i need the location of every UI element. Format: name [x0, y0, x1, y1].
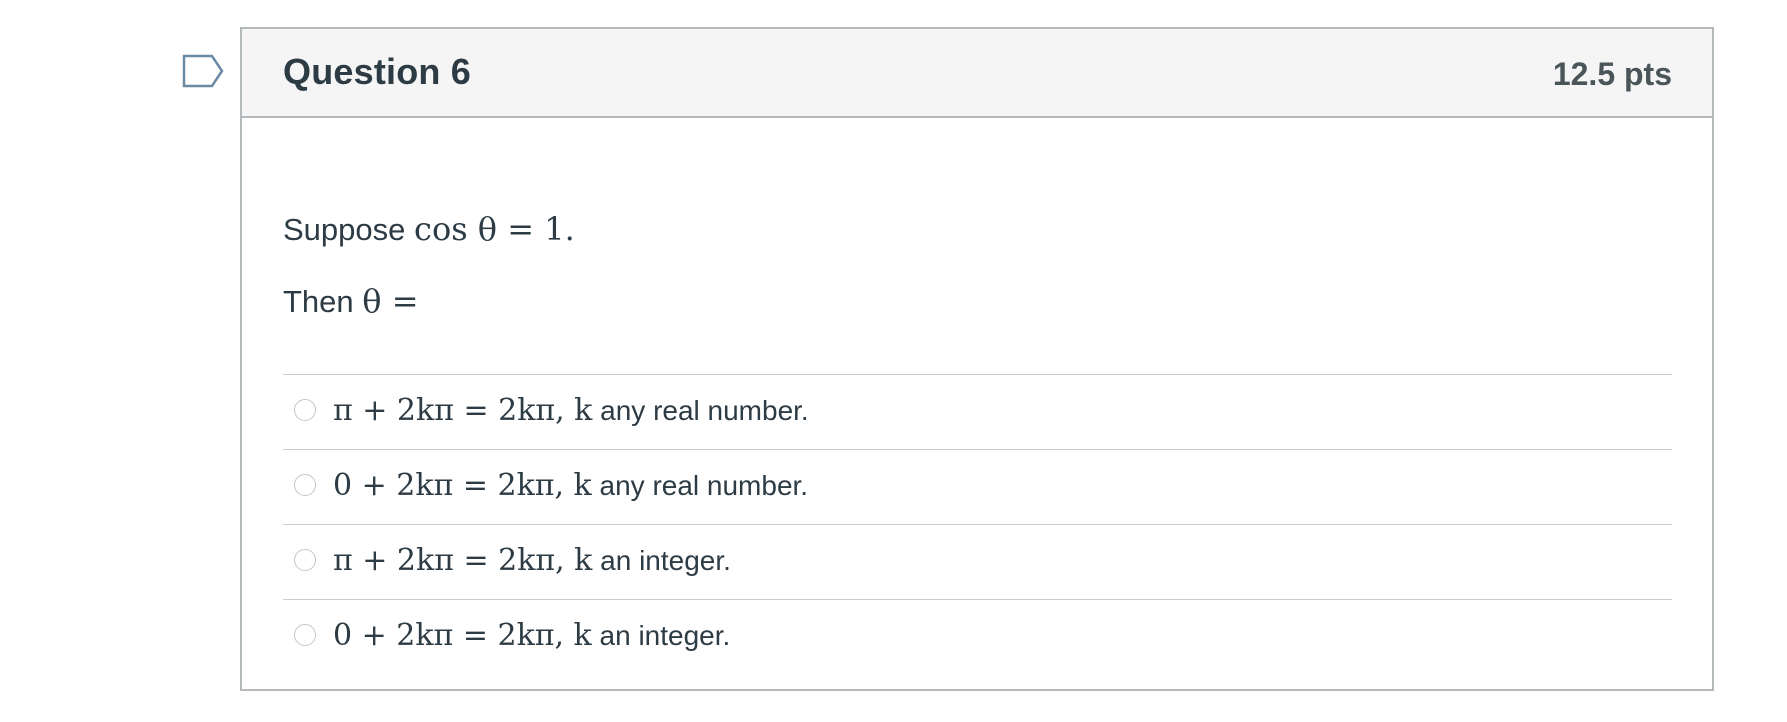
answer-radio-3[interactable] — [294, 549, 316, 571]
answer-math: π + 2kπ = 2kπ, k — [333, 393, 593, 428]
answer-math: 0 + 2kπ = 2kπ, k — [333, 468, 592, 503]
answer-radio-1[interactable] — [294, 399, 316, 421]
question-points: 12.5 pts — [1552, 56, 1672, 92]
answer-option-3[interactable]: π + 2kπ = 2kπ, k an integer. — [283, 524, 1672, 599]
question-title: Question 6 — [283, 51, 472, 92]
question-header: Question 6 12.5 pts — [242, 29, 1712, 118]
prompt-prefix: Suppose — [283, 212, 406, 247]
answer-text: any real number. — [599, 470, 809, 501]
then-math: θ = — [362, 282, 419, 320]
flag-question-icon[interactable] — [182, 54, 226, 88]
answer-math: 0 + 2kπ = 2kπ, k — [333, 618, 592, 653]
answer-radio-2[interactable] — [294, 474, 316, 496]
question-card: Question 6 12.5 pts Suppose cos θ = 1. T… — [240, 27, 1714, 691]
answer-text: any real number. — [600, 395, 809, 426]
then-prefix: Then — [283, 284, 354, 319]
answer-label-2[interactable]: 0 + 2kπ = 2kπ, k any real number. — [333, 468, 808, 503]
question-then-line: Then θ = — [283, 282, 419, 320]
prompt-math: cos θ = 1. — [414, 210, 575, 248]
answer-list: π + 2kπ = 2kπ, k any real number. 0 + 2k… — [283, 374, 1672, 674]
answer-option-4[interactable]: 0 + 2kπ = 2kπ, k an integer. — [283, 599, 1672, 674]
answer-label-4[interactable]: 0 + 2kπ = 2kπ, k an integer. — [333, 618, 730, 653]
answer-label-1[interactable]: π + 2kπ = 2kπ, k any real number. — [333, 393, 809, 428]
answer-option-1[interactable]: π + 2kπ = 2kπ, k any real number. — [283, 374, 1672, 449]
answer-label-3[interactable]: π + 2kπ = 2kπ, k an integer. — [333, 543, 731, 578]
answer-radio-4[interactable] — [294, 624, 316, 646]
question-prompt: Suppose cos θ = 1. — [283, 210, 575, 248]
answer-text: an integer. — [600, 545, 731, 576]
answer-option-2[interactable]: 0 + 2kπ = 2kπ, k any real number. — [283, 449, 1672, 524]
answer-math: π + 2kπ = 2kπ, k — [333, 543, 593, 578]
answer-text: an integer. — [599, 620, 731, 651]
